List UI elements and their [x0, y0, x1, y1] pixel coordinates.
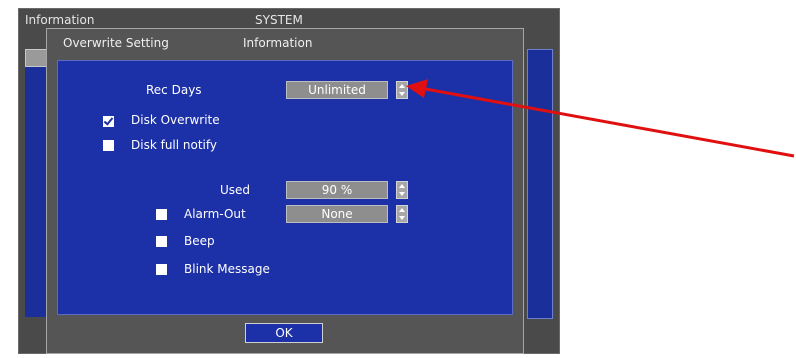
red-arrow-icon: [406, 79, 795, 158]
arrow-shaft: [419, 86, 795, 158]
arrow-head: [406, 79, 428, 98]
